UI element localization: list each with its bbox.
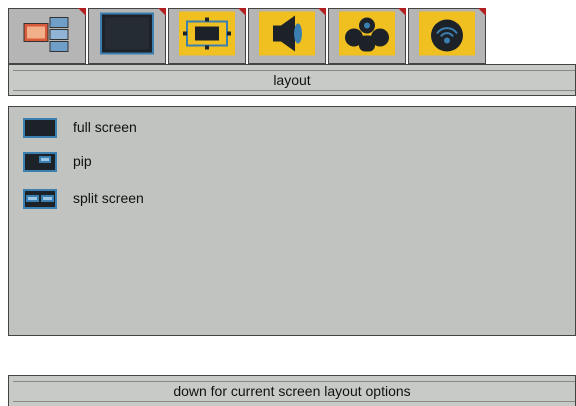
people-group-icon [339, 11, 395, 61]
tab-corner-marker [318, 8, 326, 16]
tab-corner-marker [78, 8, 86, 16]
title-divider-bottom [13, 90, 575, 91]
section-title: layout [273, 72, 311, 88]
monitor-screen-icon [99, 12, 155, 61]
tab-bar [8, 8, 568, 64]
option-label: split screen [73, 190, 144, 206]
hint-divider-bottom [13, 401, 575, 402]
tab-corner-marker [158, 8, 166, 16]
full-screen-layout-icon [23, 118, 57, 138]
section-title-bar: layout [8, 64, 576, 96]
layout-options-panel: full screen pip split screen [8, 106, 576, 336]
split-screen-layout-icon [23, 189, 57, 209]
media-sources-icon [22, 14, 72, 59]
broadcast-signal-icon [419, 11, 475, 61]
tab-participants[interactable] [328, 8, 406, 64]
tab-broadcast[interactable] [408, 8, 486, 64]
hint-text: down for current screen layout options [173, 383, 411, 399]
tab-corner-marker [238, 8, 246, 16]
layout-frame-icon [179, 11, 235, 61]
option-label: full screen [73, 119, 137, 135]
tab-monitor[interactable] [88, 8, 166, 64]
tab-audio[interactable] [248, 8, 326, 64]
tab-corner-marker [398, 8, 406, 16]
option-label: pip [73, 153, 92, 169]
pip-layout-icon [23, 152, 57, 172]
title-divider-top [13, 70, 575, 71]
tab-layout[interactable] [168, 8, 246, 64]
tab-media-sources[interactable] [8, 8, 86, 64]
speaker-icon [259, 11, 315, 61]
hint-bar: down for current screen layout options [8, 375, 576, 406]
tab-corner-marker [478, 8, 486, 16]
hint-divider-top [13, 381, 575, 382]
